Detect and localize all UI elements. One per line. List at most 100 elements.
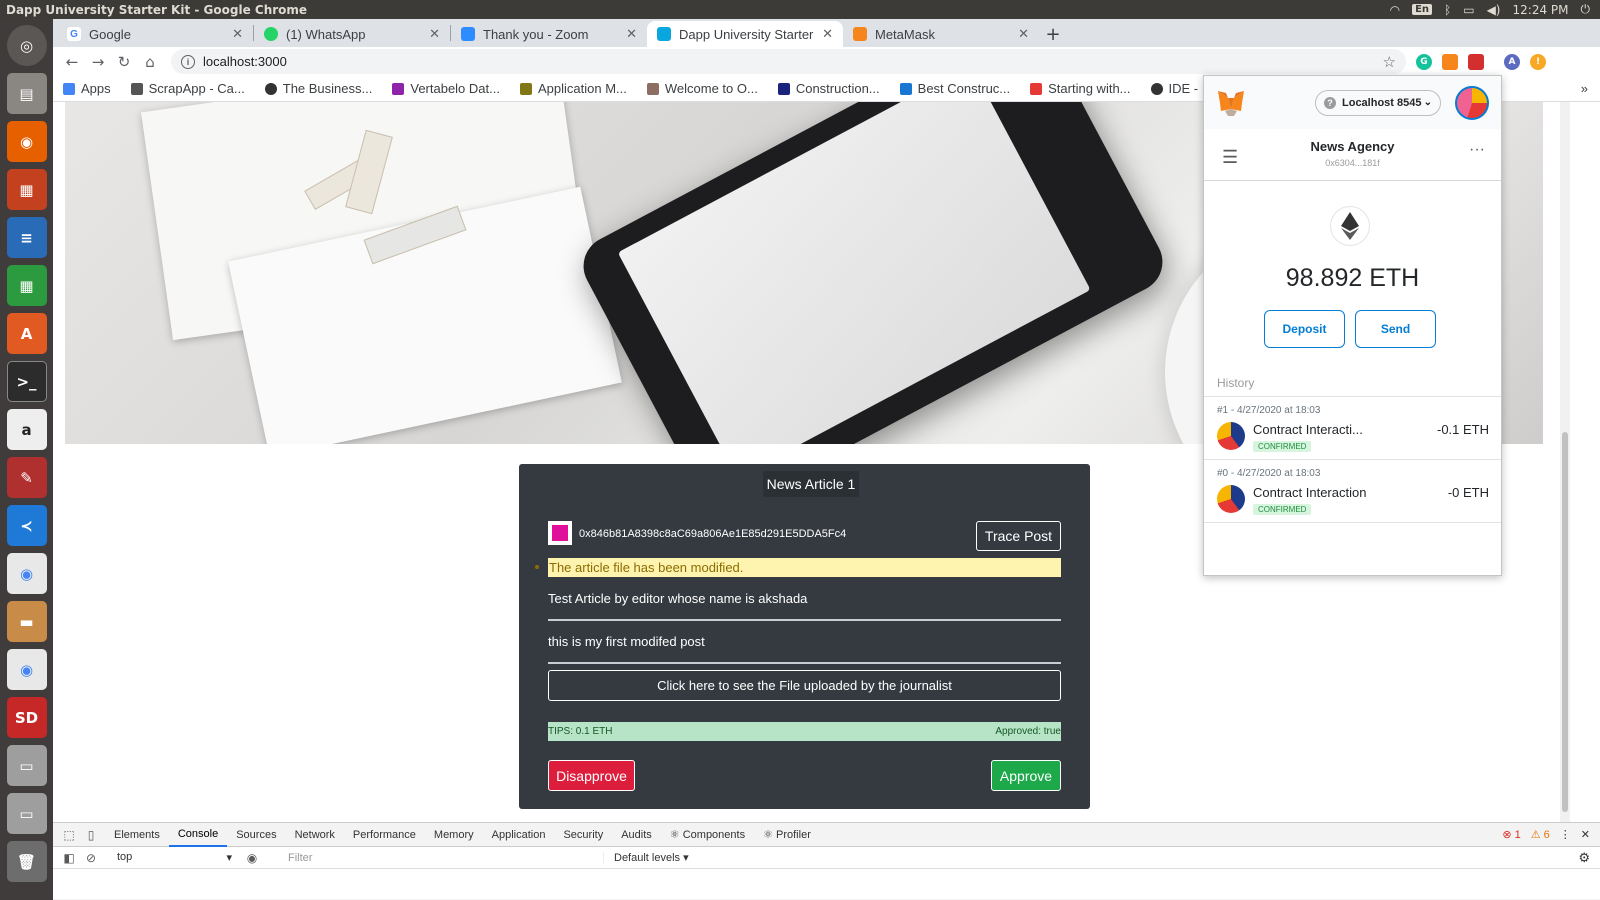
approve-button[interactable]: Approve [991,760,1061,791]
bookmarks-overflow-icon[interactable]: » [1581,81,1588,96]
devtools-tab[interactable]: Application [483,823,555,847]
power-icon[interactable]: ⏻ [1581,2,1591,17]
account-avatar[interactable] [1455,85,1489,120]
bookmark-item[interactable]: IDE - [1150,81,1198,96]
transaction-item[interactable]: #1 - 4/27/2020 at 18:03 Contract Interac… [1204,396,1501,459]
sidebar-toggle-icon[interactable]: ◧ [61,851,77,865]
tab-metamask[interactable]: MetaMask ✕ [843,21,1039,47]
bluetooth-icon[interactable]: ᛒ [1444,3,1451,17]
bookmark-item[interactable]: Starting with... [1030,81,1131,96]
firefox-icon[interactable]: ◉ [6,121,47,162]
archive-icon[interactable]: ▬ [6,601,47,642]
devtools-tab[interactable]: Elements [105,823,169,847]
context-selector[interactable]: top ▾ [117,851,232,864]
keyboard-indicator[interactable]: En [1412,4,1433,15]
console-output[interactable] [53,869,1600,899]
battery-icon[interactable]: ▭ [1463,3,1474,17]
devtools-tab[interactable]: ⚛ Components [661,823,754,847]
log-levels-dropdown[interactable]: Default levels ▾ [614,851,689,864]
devtools-menu-icon[interactable]: ⋮ [1560,828,1571,841]
bookmark-item[interactable]: Vertabelo Dat... [392,81,500,96]
software-center-icon[interactable]: A [6,313,47,354]
address-bar[interactable]: i localhost:3000 ☆ [171,49,1406,74]
error-count[interactable]: ⊗ 1 [1502,828,1520,841]
disk-icon[interactable]: ▭ [6,745,47,786]
writer-icon[interactable]: ≡ [6,217,47,258]
close-icon[interactable]: ✕ [232,26,243,42]
bookmark-item[interactable]: ScrapApp - Ca... [130,81,245,96]
chrome-alt-icon[interactable]: ◉ [6,649,47,690]
devtools-tab[interactable]: Sources [227,823,285,847]
url-text[interactable]: localhost:3000 [203,54,287,69]
dash-icon[interactable]: ◎ [6,25,47,66]
clock[interactable]: 12:24 PM [1513,3,1569,17]
vscode-icon[interactable]: ≺ [6,505,47,546]
forward-icon[interactable]: → [85,53,111,71]
close-icon[interactable]: ✕ [1018,26,1029,42]
tab-zoom[interactable]: Thank you - Zoom ✕ [451,21,647,47]
wifi-icon[interactable]: ◠ [1390,3,1400,17]
devtools-tab[interactable]: ⚛ Profiler [754,823,820,847]
bookmark-star-icon[interactable]: ☆ [1383,53,1396,71]
close-icon[interactable]: ✕ [822,26,833,42]
trash-icon[interactable]: 🗑 [6,841,47,882]
disk-alt-icon[interactable]: ▭ [6,793,47,834]
tab-whatsapp[interactable]: (1) WhatsApp ✕ [254,21,450,47]
sd-card-icon[interactable]: SD [6,697,47,738]
bookmark-item[interactable]: Welcome to O... [646,81,758,96]
chrome-icon[interactable]: ◉ [6,553,47,594]
devtools-close-icon[interactable]: ✕ [1581,828,1590,841]
grammarly-icon[interactable]: G [1416,53,1432,70]
volume-icon[interactable]: ◀) [1487,3,1501,17]
profile-avatar[interactable]: A [1504,53,1520,70]
device-toggle-icon[interactable]: ▯ [83,828,99,842]
bookmark-apps[interactable]: Apps [63,81,111,96]
amazon-icon[interactable]: a [6,409,47,450]
network-selector[interactable]: ? Localhost 8545 ⌄ [1315,89,1441,116]
gear-icon[interactable]: ⚙ [1578,850,1590,866]
transaction-item[interactable]: #0 - 4/27/2020 at 18:03 Contract Interac… [1204,459,1501,522]
new-tab-button[interactable]: + [1039,21,1067,47]
close-icon[interactable]: ✕ [429,26,440,42]
console-filter-input[interactable]: Filter [284,851,604,864]
devtools-tab[interactable]: Memory [425,823,483,847]
calc-icon[interactable]: ▦ [6,265,47,306]
tab-dapp[interactable]: Dapp University Starter K ✕ [647,21,843,47]
files-icon[interactable]: ▤ [6,73,47,114]
more-options-icon[interactable]: ··· [1469,141,1485,159]
bookmark-item[interactable]: Construction... [777,81,880,96]
account-address[interactable]: 0x6304...181f [1204,158,1501,168]
devtools-tab[interactable]: Audits [612,823,661,847]
devtools-tab[interactable]: Network [286,823,344,847]
tab-google[interactable]: G Google ✕ [57,21,253,47]
settings-icon[interactable]: ✎ [6,457,47,498]
devtools-tab[interactable]: Security [554,823,612,847]
home-icon[interactable]: ⌂ [137,53,163,71]
reload-icon[interactable]: ↻ [111,53,137,71]
clear-console-icon[interactable]: ⊘ [83,851,99,865]
terminal-icon[interactable]: >_ [6,361,47,402]
devtools-tab[interactable]: Performance [344,823,425,847]
trace-post-button[interactable]: Trace Post [976,521,1061,551]
disapprove-button[interactable]: Disapprove [548,760,635,791]
eye-icon[interactable]: ◉ [244,851,260,865]
back-icon[interactable]: ← [59,53,85,71]
bookmark-item[interactable]: Application M... [519,81,627,96]
impress-icon[interactable]: ▦ [6,169,47,210]
send-button[interactable]: Send [1355,310,1436,348]
devtools-tab-active[interactable]: Console [168,823,228,847]
bookmark-item[interactable]: The Business... [264,81,372,96]
metamask-extension-icon[interactable] [1442,53,1458,70]
info-icon[interactable]: i [181,54,195,69]
deposit-button[interactable]: Deposit [1264,310,1345,348]
view-file-button[interactable]: Click here to see the File uploaded by t… [548,670,1061,701]
scrollbar-thumb[interactable] [1562,432,1568,812]
warning-count[interactable]: ⚠ 6 [1531,828,1550,841]
account-name[interactable]: News Agency [1204,139,1501,154]
bookmark-item[interactable]: Best Construc... [899,81,1010,96]
inspect-icon[interactable]: ⬚ [61,828,77,842]
page-scrollbar[interactable] [1560,102,1570,822]
update-icon[interactable]: ! [1530,53,1546,70]
extension-icon[interactable] [1468,53,1484,70]
close-icon[interactable]: ✕ [626,26,637,42]
